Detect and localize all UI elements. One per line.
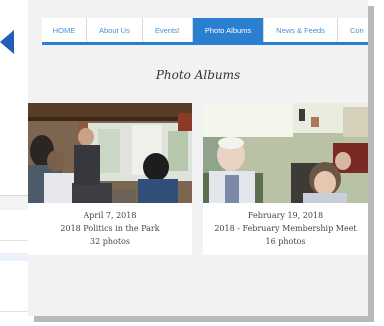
album-card[interactable]: April 7, 2018 2018 Politics in the Park … <box>28 103 192 255</box>
background-arrow-icon <box>0 30 14 54</box>
background-panel <box>0 240 28 312</box>
page-title: Photo Albums <box>155 68 241 82</box>
nav-item-events[interactable]: Events! <box>143 18 193 42</box>
nav-item-contact[interactable]: Con <box>338 18 368 42</box>
album-cover-photo[interactable] <box>203 103 368 203</box>
album-title[interactable]: 2018 - February Membership Meet <box>203 222 368 235</box>
album-meta: April 7, 2018 2018 Politics in the Park … <box>28 209 192 248</box>
album-card[interactable]: February 19, 2018 2018 - February Member… <box>203 103 368 255</box>
album-cover-photo[interactable] <box>28 103 192 203</box>
album-photo-count: 32 photos <box>90 237 130 246</box>
nav-item-photo-albums[interactable]: Photo Albums <box>192 18 265 42</box>
photo-albums-window: HOME About Us Events! Photo Albums News … <box>28 0 368 316</box>
background-highlight <box>0 253 28 261</box>
album-meta: February 19, 2018 2018 - February Member… <box>203 209 368 248</box>
album-photo-count: 16 photos <box>265 237 306 246</box>
nav-item-about-us[interactable]: About Us <box>87 18 143 42</box>
album-title[interactable]: 2018 Politics in the Park <box>28 222 192 235</box>
album-date: February 19, 2018 <box>247 211 324 220</box>
nav-item-home[interactable]: HOME <box>42 18 87 42</box>
album-date: April 7, 2018 <box>83 211 137 220</box>
main-nav: HOME About Us Events! Photo Albums News … <box>42 18 368 45</box>
nav-item-news-feeds[interactable]: News & Feeds <box>264 18 338 42</box>
background-divider <box>0 195 28 210</box>
